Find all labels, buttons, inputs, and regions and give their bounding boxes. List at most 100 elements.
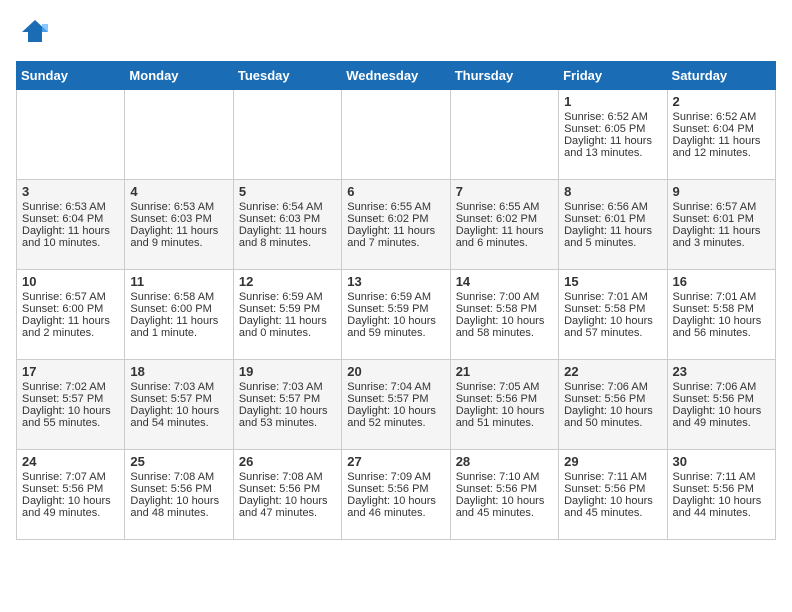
day-number: 21	[456, 364, 553, 379]
calendar-cell: 2Sunrise: 6:52 AMSunset: 6:04 PMDaylight…	[667, 90, 775, 180]
calendar-cell: 21Sunrise: 7:05 AMSunset: 5:56 PMDayligh…	[450, 360, 558, 450]
calendar-cell	[450, 90, 558, 180]
day-number: 25	[130, 454, 227, 469]
cell-info: Sunset: 5:56 PM	[673, 483, 770, 495]
cell-info: Daylight: 10 hours	[564, 495, 661, 507]
calendar-cell: 16Sunrise: 7:01 AMSunset: 5:58 PMDayligh…	[667, 270, 775, 360]
cell-info: Daylight: 10 hours	[456, 495, 553, 507]
cell-info: and 47 minutes.	[239, 507, 336, 519]
cell-info: Sunset: 5:56 PM	[239, 483, 336, 495]
cell-info: Sunset: 5:56 PM	[456, 483, 553, 495]
cell-info: Sunrise: 7:00 AM	[456, 291, 553, 303]
cell-info: Daylight: 11 hours	[456, 225, 553, 237]
calendar-cell: 3Sunrise: 6:53 AMSunset: 6:04 PMDaylight…	[17, 180, 125, 270]
day-header: Wednesday	[342, 62, 450, 90]
cell-info: Sunrise: 7:06 AM	[673, 381, 770, 393]
cell-info: Sunrise: 7:09 AM	[347, 471, 444, 483]
cell-info: Daylight: 10 hours	[347, 495, 444, 507]
cell-info: Daylight: 11 hours	[239, 225, 336, 237]
cell-info: Sunrise: 7:10 AM	[456, 471, 553, 483]
cell-info: Daylight: 11 hours	[22, 225, 119, 237]
cell-info: Sunset: 5:57 PM	[130, 393, 227, 405]
calendar-cell: 27Sunrise: 7:09 AMSunset: 5:56 PMDayligh…	[342, 450, 450, 540]
day-header: Monday	[125, 62, 233, 90]
calendar-cell: 23Sunrise: 7:06 AMSunset: 5:56 PMDayligh…	[667, 360, 775, 450]
cell-info: Sunrise: 7:08 AM	[239, 471, 336, 483]
cell-info: Daylight: 11 hours	[347, 225, 444, 237]
cell-info: Sunrise: 6:55 AM	[347, 201, 444, 213]
calendar-cell	[233, 90, 341, 180]
cell-info: Daylight: 11 hours	[564, 135, 661, 147]
cell-info: and 55 minutes.	[22, 417, 119, 429]
cell-info: Daylight: 10 hours	[347, 315, 444, 327]
cell-info: and 57 minutes.	[564, 327, 661, 339]
calendar-cell: 10Sunrise: 6:57 AMSunset: 6:00 PMDayligh…	[17, 270, 125, 360]
cell-info: and 10 minutes.	[22, 237, 119, 249]
cell-info: Sunrise: 7:03 AM	[130, 381, 227, 393]
cell-info: Daylight: 10 hours	[22, 405, 119, 417]
calendar-cell: 15Sunrise: 7:01 AMSunset: 5:58 PMDayligh…	[559, 270, 667, 360]
cell-info: and 1 minute.	[130, 327, 227, 339]
cell-info: Sunset: 6:00 PM	[22, 303, 119, 315]
day-number: 30	[673, 454, 770, 469]
cell-info: Sunrise: 7:04 AM	[347, 381, 444, 393]
cell-info: Daylight: 10 hours	[456, 405, 553, 417]
day-header: Saturday	[667, 62, 775, 90]
cell-info: and 53 minutes.	[239, 417, 336, 429]
day-number: 28	[456, 454, 553, 469]
cell-info: and 12 minutes.	[673, 147, 770, 159]
cell-info: and 49 minutes.	[22, 507, 119, 519]
cell-info: and 3 minutes.	[673, 237, 770, 249]
calendar-cell: 19Sunrise: 7:03 AMSunset: 5:57 PMDayligh…	[233, 360, 341, 450]
cell-info: Daylight: 10 hours	[456, 315, 553, 327]
cell-info: Sunset: 6:04 PM	[22, 213, 119, 225]
cell-info: Sunrise: 6:53 AM	[130, 201, 227, 213]
day-number: 3	[22, 184, 119, 199]
cell-info: Sunset: 5:56 PM	[564, 483, 661, 495]
day-number: 29	[564, 454, 661, 469]
day-number: 14	[456, 274, 553, 289]
cell-info: and 59 minutes.	[347, 327, 444, 339]
cell-info: and 49 minutes.	[673, 417, 770, 429]
cell-info: Sunrise: 7:02 AM	[22, 381, 119, 393]
calendar-body: 1Sunrise: 6:52 AMSunset: 6:05 PMDaylight…	[17, 90, 776, 540]
cell-info: Sunset: 5:59 PM	[347, 303, 444, 315]
calendar-cell: 24Sunrise: 7:07 AMSunset: 5:56 PMDayligh…	[17, 450, 125, 540]
calendar-cell: 13Sunrise: 6:59 AMSunset: 5:59 PMDayligh…	[342, 270, 450, 360]
calendar-cell: 5Sunrise: 6:54 AMSunset: 6:03 PMDaylight…	[233, 180, 341, 270]
cell-info: Sunrise: 7:01 AM	[564, 291, 661, 303]
cell-info: Sunset: 5:57 PM	[22, 393, 119, 405]
calendar-cell: 22Sunrise: 7:06 AMSunset: 5:56 PMDayligh…	[559, 360, 667, 450]
day-number: 5	[239, 184, 336, 199]
logo	[16, 16, 50, 51]
calendar-cell: 6Sunrise: 6:55 AMSunset: 6:02 PMDaylight…	[342, 180, 450, 270]
cell-info: Sunrise: 7:01 AM	[673, 291, 770, 303]
day-number: 13	[347, 274, 444, 289]
cell-info: Sunrise: 6:57 AM	[22, 291, 119, 303]
cell-info: Sunset: 6:02 PM	[456, 213, 553, 225]
calendar-week-row: 3Sunrise: 6:53 AMSunset: 6:04 PMDaylight…	[17, 180, 776, 270]
calendar-cell: 14Sunrise: 7:00 AMSunset: 5:58 PMDayligh…	[450, 270, 558, 360]
cell-info: and 58 minutes.	[456, 327, 553, 339]
cell-info: Daylight: 10 hours	[239, 405, 336, 417]
day-number: 23	[673, 364, 770, 379]
cell-info: Sunset: 6:04 PM	[673, 123, 770, 135]
cell-info: Sunrise: 7:06 AM	[564, 381, 661, 393]
day-number: 26	[239, 454, 336, 469]
calendar-cell: 30Sunrise: 7:11 AMSunset: 5:56 PMDayligh…	[667, 450, 775, 540]
day-number: 7	[456, 184, 553, 199]
calendar-cell: 11Sunrise: 6:58 AMSunset: 6:00 PMDayligh…	[125, 270, 233, 360]
calendar-week-row: 10Sunrise: 6:57 AMSunset: 6:00 PMDayligh…	[17, 270, 776, 360]
calendar-cell	[342, 90, 450, 180]
calendar-cell	[17, 90, 125, 180]
calendar-cell	[125, 90, 233, 180]
cell-info: Sunrise: 6:58 AM	[130, 291, 227, 303]
cell-info: Daylight: 10 hours	[130, 495, 227, 507]
day-number: 4	[130, 184, 227, 199]
cell-info: Sunset: 5:56 PM	[673, 393, 770, 405]
cell-info: and 8 minutes.	[239, 237, 336, 249]
cell-info: Sunrise: 6:57 AM	[673, 201, 770, 213]
calendar-cell: 18Sunrise: 7:03 AMSunset: 5:57 PMDayligh…	[125, 360, 233, 450]
day-number: 9	[673, 184, 770, 199]
day-number: 8	[564, 184, 661, 199]
